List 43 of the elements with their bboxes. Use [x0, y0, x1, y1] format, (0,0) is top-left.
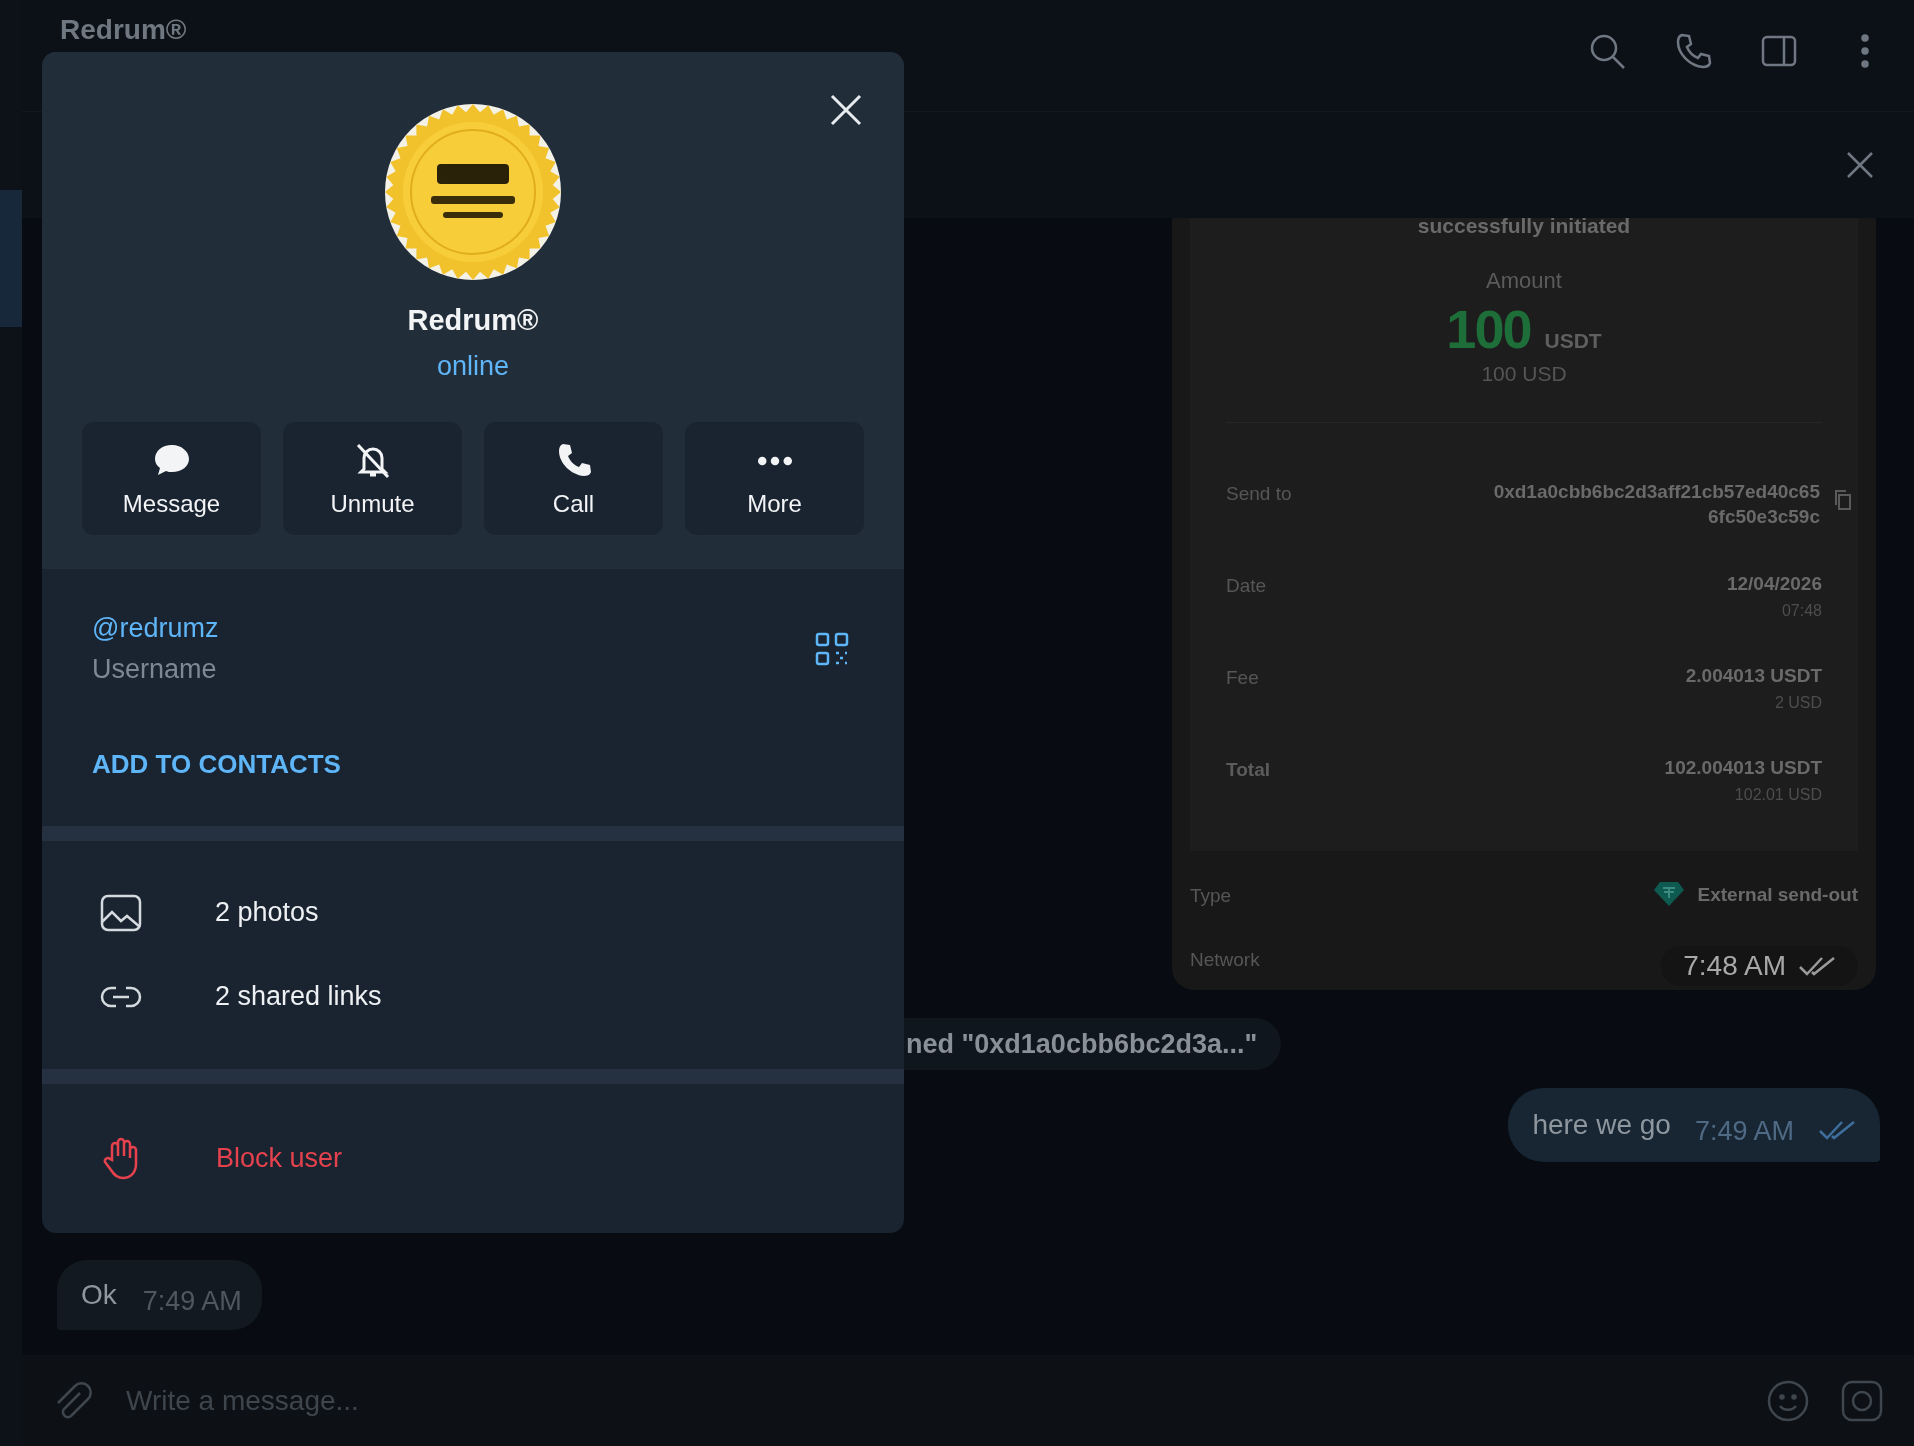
- currency-label: USDT: [1544, 329, 1602, 353]
- action-button[interactable]: Unmute: [283, 422, 462, 535]
- field-value: 2.004013 USDT: [1685, 664, 1822, 688]
- message-time: 7:49 AM: [1694, 1115, 1794, 1147]
- fiat-amount: 100 USD: [1481, 362, 1567, 386]
- online-status: online: [436, 351, 510, 382]
- field-label: Date: [1226, 574, 1267, 597]
- block-user-row[interactable]: Block user: [42, 1083, 904, 1233]
- amount-value: 100: [1446, 298, 1531, 360]
- action-button[interactable]: Message: [82, 422, 261, 535]
- field-value: 102.004013 USDT: [1664, 756, 1822, 780]
- qr-code-icon[interactable]: [815, 632, 849, 666]
- message-time: 7:49 AM: [142, 1285, 242, 1317]
- phone-icon[interactable]: [1674, 32, 1712, 70]
- add-contact-link[interactable]: ADD TO CONTACTS: [92, 749, 341, 780]
- field-label: Send to: [1226, 482, 1292, 505]
- amount-label: Amount: [1486, 268, 1562, 294]
- receipt-heading: successfully initiated: [1417, 218, 1631, 238]
- media-label: 2 photos: [215, 897, 319, 929]
- field-value: 12/04/2026: [1726, 572, 1822, 596]
- field-label: Total: [1226, 758, 1270, 781]
- message-text: here we go: [1532, 1109, 1671, 1141]
- more-icon: [757, 455, 792, 466]
- profile-name: Redrum®: [407, 304, 539, 337]
- field-label: Type: [1190, 884, 1232, 907]
- field-label: Fee: [1226, 666, 1259, 689]
- copy-icon[interactable]: [1834, 489, 1852, 511]
- token-icon: [1653, 881, 1684, 907]
- field-value: 0xd1a0cbb6bc2d3aff21cb57ed40c65: [1493, 480, 1820, 504]
- block-user-label: Block user: [216, 1142, 343, 1174]
- action-button[interactable]: Call: [484, 422, 663, 535]
- username-link[interactable]: @redrumz: [92, 613, 219, 644]
- field-value: External send-out: [1697, 882, 1858, 907]
- message-text: Ok: [81, 1279, 117, 1311]
- field-value: 6fc50e3c59c: [1708, 505, 1820, 529]
- search-icon[interactable]: [1588, 32, 1626, 70]
- action-button[interactable]: More: [685, 422, 864, 535]
- chat-title: Redrum®: [60, 14, 187, 46]
- media-row[interactable]: 2 photos: [42, 870, 904, 955]
- media-label: 2 shared links: [215, 981, 382, 1013]
- field-label: Network: [1190, 948, 1260, 971]
- field-caption: Username: [92, 654, 218, 685]
- message-time: 7:48 AM: [1683, 950, 1786, 982]
